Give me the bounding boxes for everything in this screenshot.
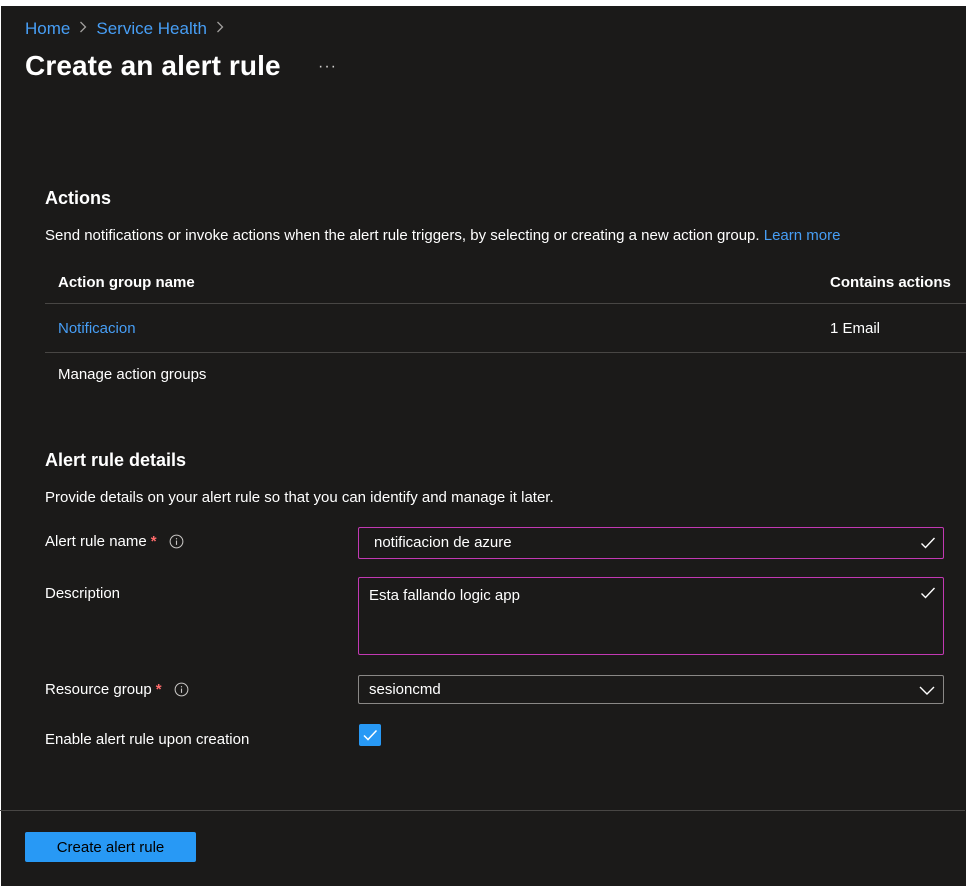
breadcrumb-home-link[interactable]: Home [25, 19, 70, 39]
action-groups-table-header: Action group name Contains actions [45, 262, 966, 304]
checkmark-icon [921, 587, 936, 599]
checkmark-icon [363, 729, 378, 741]
description-textarea[interactable]: Esta fallando logic app [358, 577, 944, 655]
alert-rule-name-label: Alert rule name * [45, 533, 184, 550]
enable-alert-rule-label: Enable alert rule upon creation [45, 731, 250, 748]
table-row: Notificacion 1 Email [45, 304, 966, 353]
blade [1, 6, 966, 886]
create-alert-rule-button[interactable]: Create alert rule [25, 832, 196, 862]
alert-rule-name-label-text: Alert rule name [45, 533, 147, 550]
info-icon[interactable] [174, 682, 189, 697]
manage-action-groups-link[interactable]: Manage action groups [58, 366, 206, 383]
breadcrumb: Home Service Health [25, 18, 233, 40]
footer-divider [0, 810, 965, 811]
window-left-edge [0, 44, 1, 886]
learn-more-link[interactable]: Learn more [764, 227, 841, 244]
more-icon[interactable]: ··· [318, 58, 337, 76]
alert-rule-name-input[interactable]: notificacion de azure [358, 527, 944, 559]
resource-group-value: sesioncmd [369, 681, 441, 698]
enable-alert-rule-checkbox[interactable] [359, 724, 381, 746]
resource-group-label-text: Resource group [45, 681, 152, 698]
info-icon[interactable] [169, 534, 184, 549]
action-group-link[interactable]: Notificacion [58, 304, 136, 352]
alert-rule-details-heading: Alert rule details [45, 450, 187, 470]
checkmark-icon [921, 537, 936, 549]
alert-rule-details-description: Provide details on your alert rule so th… [45, 489, 554, 506]
description-label: Description [45, 585, 121, 602]
alert-rule-name-value: notificacion de azure [374, 534, 512, 551]
description-value: Esta fallando logic app [369, 587, 520, 604]
resource-group-label: Resource group * [45, 681, 189, 698]
column-header-contains-actions[interactable]: Contains actions [830, 262, 951, 303]
resource-group-dropdown[interactable]: sesioncmd [358, 675, 944, 704]
column-header-action-group-name[interactable]: Action group name [58, 262, 195, 303]
chevron-right-icon [216, 20, 224, 38]
actions-description: Send notifications or invoke actions whe… [45, 227, 840, 244]
action-group-actions: 1 Email [830, 319, 881, 337]
required-asterisk: * [150, 533, 157, 550]
actions-description-text: Send notifications or invoke actions whe… [45, 227, 760, 244]
breadcrumb-service-health-link[interactable]: Service Health [96, 19, 207, 39]
chevron-down-icon [919, 686, 935, 695]
chevron-right-icon [79, 20, 87, 38]
page-title: Create an alert rule [25, 50, 281, 81]
actions-heading: Actions [45, 188, 112, 208]
required-asterisk: * [155, 681, 162, 698]
